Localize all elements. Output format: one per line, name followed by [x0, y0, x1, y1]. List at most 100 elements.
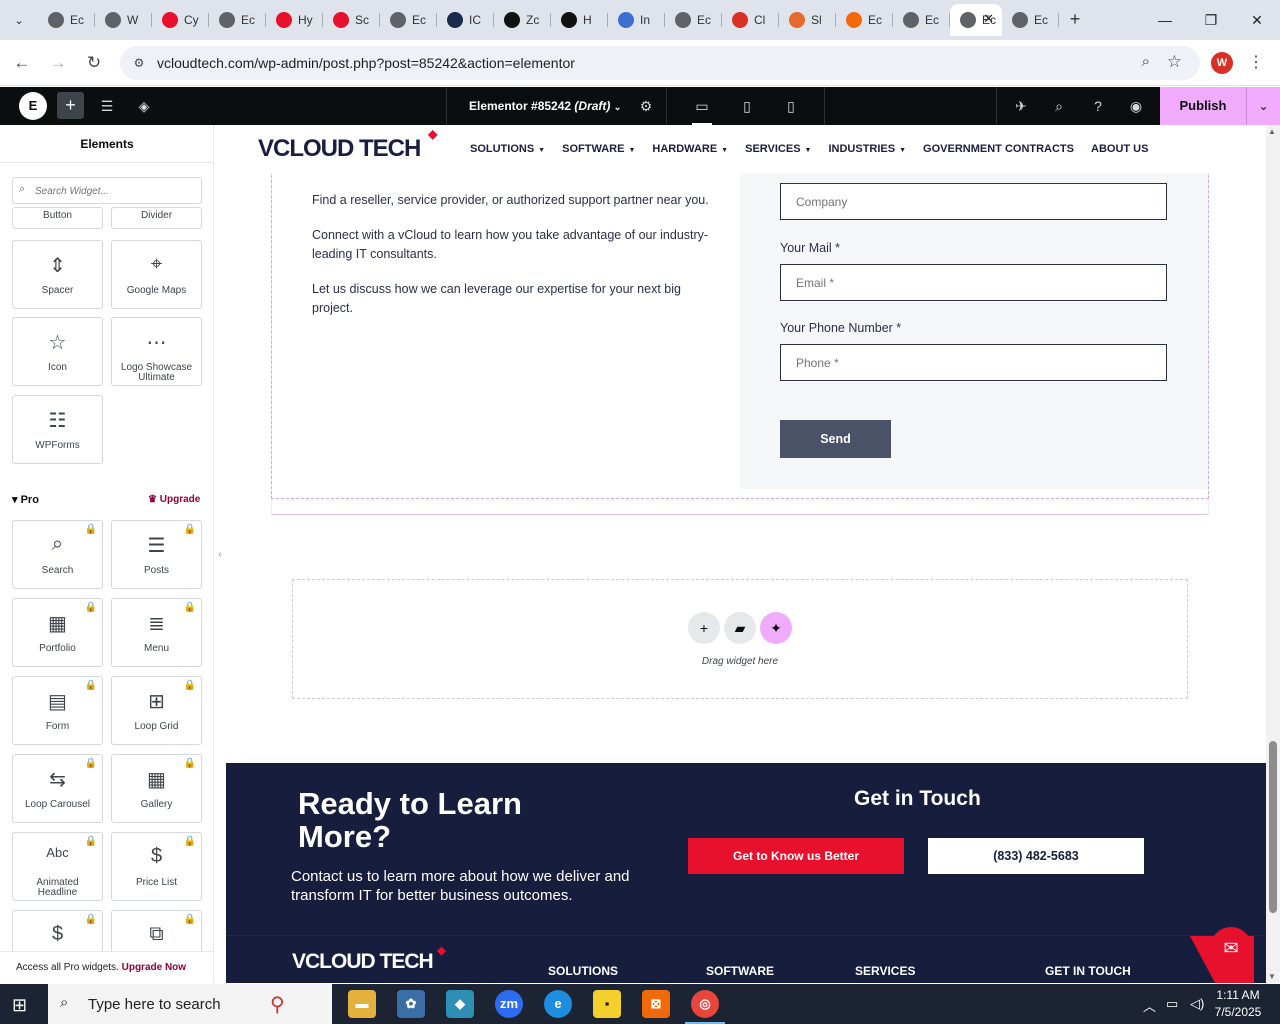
network-icon[interactable]: ▭	[1166, 996, 1178, 1012]
nav-item-about-us[interactable]: ABOUT US	[1091, 143, 1148, 155]
close-window-button[interactable]: ✕	[1234, 6, 1280, 34]
browser-tab[interactable]: Cl	[722, 4, 779, 36]
send-button[interactable]: Send	[780, 420, 891, 458]
tray-chevron-up-icon[interactable]: ︿	[1143, 996, 1156, 1015]
chat-bubble-icon[interactable]: ✉	[1210, 927, 1252, 969]
widget-tile[interactable]: ▦ Gallery 🔒	[111, 754, 202, 823]
browser-tab[interactable]: Ec	[209, 4, 266, 36]
widget-tile[interactable]: $ Price List 🔒	[111, 832, 202, 901]
widget-search-input[interactable]	[35, 182, 195, 200]
forward-button[interactable]: →	[44, 49, 72, 77]
footer-logo[interactable]: VCLOUD TECH ◆	[292, 945, 446, 974]
publish-options-chevron-icon[interactable]: ⌄	[1246, 87, 1280, 125]
sticky-notes-icon[interactable]: ▪	[593, 990, 621, 1018]
add-section-plus-icon[interactable]: +	[688, 612, 720, 644]
browser-tab[interactable]: Sc	[323, 4, 380, 36]
finder-search-icon[interactable]: ⌕	[1049, 96, 1069, 116]
mobile-view-icon[interactable]: ▯	[781, 96, 801, 116]
browser-tab[interactable]: H	[551, 4, 608, 36]
template-library-folder-icon[interactable]: ▰	[724, 612, 756, 644]
windows-start-icon[interactable]: ⊞	[12, 995, 27, 1016]
upgrade-now-link[interactable]: Upgrade Now	[122, 962, 186, 973]
nav-item-government-contracts[interactable]: GOVERNMENT CONTRACTS	[923, 143, 1074, 155]
close-tab-icon[interactable]: ✕	[983, 11, 994, 27]
url-text[interactable]: vcloudtech.com/wp-admin/post.php?post=85…	[157, 55, 575, 71]
vcloud-tech-logo[interactable]: VCLOUD TECH ◆	[258, 127, 437, 163]
browser-tab[interactable]: Ec ✕	[950, 4, 1002, 36]
widget-tile[interactable]: ▦ Portfolio 🔒	[12, 598, 103, 667]
tablet-view-icon[interactable]: ▯	[737, 96, 757, 116]
canvas-scrollbar[interactable]: ▲ ▼	[1266, 125, 1280, 983]
app-icon[interactable]: ◆	[446, 990, 474, 1018]
bookmark-star-icon[interactable]: ☆	[1167, 52, 1182, 72]
zoom-app-icon[interactable]: zm	[495, 990, 523, 1018]
widget-tile[interactable]: ☰ Posts 🔒	[111, 520, 202, 589]
minimize-button[interactable]: —	[1142, 6, 1188, 34]
get-to-know-button[interactable]: Get to Know us Better	[688, 838, 904, 874]
file-explorer-icon[interactable]: ▬	[348, 990, 376, 1018]
email-field[interactable]	[780, 264, 1167, 301]
nav-item-solutions[interactable]: SOLUTIONS ▼	[470, 143, 545, 155]
site-info-icon[interactable]: ⚙	[130, 54, 148, 72]
edge-icon[interactable]: e	[544, 990, 572, 1018]
email-input[interactable]	[781, 265, 1166, 300]
nav-item-industries[interactable]: INDUSTRIES ▼	[828, 143, 906, 155]
site-settings-icon[interactable]: ☰	[97, 96, 117, 116]
help-icon[interactable]: ?	[1088, 96, 1108, 116]
widget-tile[interactable]: ⊞ Loop Grid 🔒	[111, 676, 202, 745]
ai-sparkle-icon[interactable]: ✦	[760, 612, 792, 644]
browser-tab[interactable]: Ec	[380, 4, 437, 36]
reload-button[interactable]: ↻	[80, 49, 108, 77]
desktop-view-icon[interactable]: ▭	[692, 96, 712, 125]
company-input[interactable]	[781, 184, 1166, 219]
profile-avatar[interactable]: W	[1211, 52, 1233, 74]
notes-rocket-icon[interactable]: ✈	[1011, 96, 1031, 116]
nav-item-services[interactable]: SERVICES ▼	[745, 143, 811, 155]
widget-tile[interactable]: Abc Animated Headline 🔒	[12, 832, 103, 901]
add-element-button[interactable]: +	[57, 92, 84, 119]
taskbar-search-box[interactable]: ⌕ Type here to search ⚲	[48, 984, 332, 1024]
zoom-icon[interactable]: ⌕	[1142, 53, 1150, 70]
address-bar[interactable]: ⚙ vcloudtech.com/wp-admin/post.php?post=…	[120, 46, 1200, 80]
browser-tab[interactable]: Hy	[266, 4, 323, 36]
volume-icon[interactable]: ◁)	[1190, 996, 1204, 1012]
browser-tab[interactable]: Zc	[494, 4, 551, 36]
browser-tab[interactable]: Ec	[1002, 4, 1059, 36]
collapse-panel-chevron-icon[interactable]: ‹	[214, 540, 226, 570]
browser-tab[interactable]: Cy	[152, 4, 209, 36]
widget-tile[interactable]: Divider	[111, 207, 202, 229]
widget-tile[interactable]: ☆ Icon	[12, 317, 103, 386]
pro-section-header[interactable]: ▾ Pro	[12, 493, 39, 506]
widget-tile[interactable]: ⇕ Spacer	[12, 240, 103, 309]
company-field[interactable]	[780, 183, 1167, 220]
nav-item-software[interactable]: SOFTWARE ▼	[562, 143, 635, 155]
browser-tab[interactable]: W	[95, 4, 152, 36]
browser-menu-icon[interactable]: ⋮	[1248, 52, 1264, 72]
phone-number-button[interactable]: (833) 482-5683	[928, 838, 1144, 874]
system-clock[interactable]: 1:11 AM 7/5/2025	[1208, 987, 1268, 1021]
scroll-up-icon[interactable]: ▲	[1268, 127, 1276, 136]
scrollbar-thumb[interactable]	[1269, 741, 1277, 913]
elementor-logo-icon[interactable]: E	[19, 92, 47, 120]
widget-tile[interactable]: ☷ WPForms	[12, 395, 103, 464]
browser-tab[interactable]: Ec	[38, 4, 95, 36]
preview-eye-icon[interactable]: ◉	[1126, 96, 1146, 116]
widget-tile[interactable]: ⌖ Google Maps	[111, 240, 202, 309]
browser-tab[interactable]: Ec	[893, 4, 950, 36]
browser-tab[interactable]: In	[608, 4, 665, 36]
browser-tab[interactable]: IC	[437, 4, 494, 36]
widget-tile[interactable]: ≣ Menu 🔒	[111, 598, 202, 667]
empty-section-drop-zone[interactable]: + ▰ ✦ Drag widget here	[292, 579, 1188, 699]
xampp-icon[interactable]: ⊠	[642, 990, 670, 1018]
app-icon[interactable]: ✿	[397, 990, 425, 1018]
browser-tab[interactable]: Ec	[836, 4, 893, 36]
widget-tile[interactable]: ⇆ Loop Carousel 🔒	[12, 754, 103, 823]
scroll-down-icon[interactable]: ▼	[1268, 972, 1276, 981]
widget-search-box[interactable]: ⌕	[12, 177, 202, 204]
phone-input[interactable]	[781, 345, 1166, 380]
new-tab-button[interactable]: +	[1064, 8, 1086, 30]
publish-button[interactable]: Publish	[1160, 87, 1246, 125]
pro-upgrade-link[interactable]: ♛ Upgrade	[148, 494, 200, 505]
structure-layers-icon[interactable]: ◈	[134, 96, 154, 116]
back-button[interactable]: ←	[8, 49, 36, 77]
